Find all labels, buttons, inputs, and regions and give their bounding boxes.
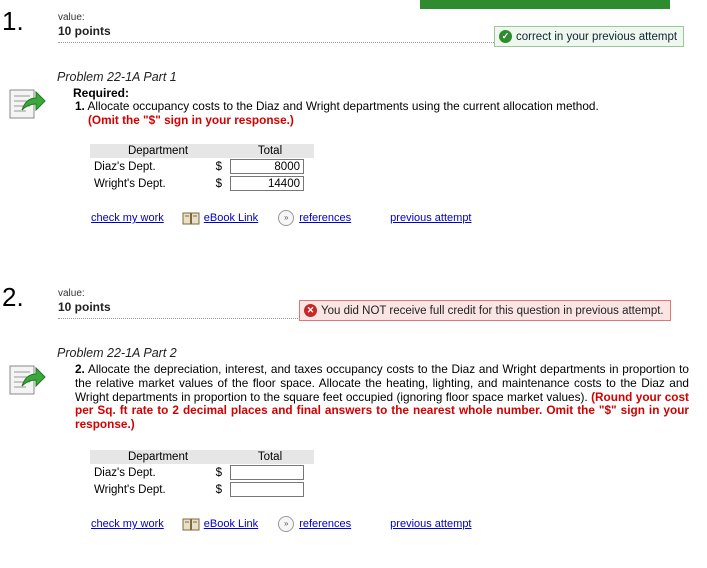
- instruction-text: Allocate occupancy costs to the Diaz and…: [87, 99, 599, 113]
- status-text: correct in your previous attempt: [516, 30, 678, 43]
- diaz-total-input[interactable]: [230, 465, 304, 480]
- check-my-work-link[interactable]: check my work: [91, 212, 164, 224]
- previous-attempt-link[interactable]: previous attempt: [390, 518, 471, 530]
- question-links: check my work eBook Link » references pr…: [91, 516, 472, 532]
- wright-total-input[interactable]: [230, 482, 304, 497]
- column-header-total: Total: [226, 144, 314, 158]
- value-label: value:: [58, 12, 85, 23]
- time-remaining-bar: [420, 0, 670, 9]
- question-instructions: 2. Allocate the depreciation, interest, …: [75, 362, 689, 432]
- ebook-icon: [182, 212, 200, 224]
- required-label: Required:: [73, 86, 130, 100]
- previous-attempt-link[interactable]: previous attempt: [390, 212, 471, 224]
- item-number: 2.: [75, 362, 85, 376]
- currency-symbol: $: [215, 160, 222, 173]
- column-header-department: Department: [90, 144, 226, 158]
- references-icon: »: [278, 210, 295, 226]
- table-row: Diaz's Dept. $: [90, 464, 314, 481]
- status-badge-incorrect: ✕ You did NOT receive full credit for th…: [299, 300, 671, 321]
- divider: [58, 42, 494, 43]
- references-icon: »: [278, 516, 295, 532]
- department-name: Diaz's Dept.: [94, 160, 156, 173]
- ebook-link[interactable]: eBook Link: [204, 518, 258, 530]
- worksheet-arrow-icon: [9, 365, 46, 395]
- item-number: 1.: [75, 99, 85, 113]
- question-links: check my work eBook Link » references pr…: [91, 210, 472, 226]
- department-name: Diaz's Dept.: [94, 466, 156, 479]
- allocation-table: Department Total Diaz's Dept. $ Wright's…: [90, 450, 314, 498]
- ebook-icon: [182, 518, 200, 530]
- worksheet-arrow-icon: [9, 89, 46, 119]
- points-value: 10 points: [58, 300, 111, 314]
- column-header-total: Total: [226, 450, 314, 464]
- currency-symbol: $: [215, 483, 222, 496]
- currency-symbol: $: [215, 177, 222, 190]
- divider: [58, 318, 298, 319]
- points-value: 10 points: [58, 24, 111, 38]
- question-number: 2.: [2, 282, 24, 312]
- currency-symbol: $: [215, 466, 222, 479]
- status-text: You did NOT receive full credit for this…: [321, 304, 664, 317]
- check-circle-icon: ✓: [499, 30, 512, 43]
- department-name: Wright's Dept.: [94, 483, 166, 496]
- check-my-work-link[interactable]: check my work: [91, 518, 164, 530]
- references-link[interactable]: references: [299, 518, 351, 530]
- department-name: Wright's Dept.: [94, 177, 166, 190]
- instruction-note: (Omit the "$" sign in your response.): [88, 112, 294, 127]
- diaz-total-input[interactable]: 8000: [230, 159, 304, 174]
- problem-title: Problem 22-1A Part 2: [57, 346, 177, 360]
- question-instructions: 1. Allocate occupancy costs to the Diaz …: [75, 99, 689, 128]
- status-badge-correct: ✓ correct in your previous attempt: [494, 26, 685, 47]
- x-circle-icon: ✕: [304, 304, 317, 317]
- table-row: Wright's Dept. $ 14400: [90, 175, 314, 192]
- problem-title: Problem 22-1A Part 1: [57, 70, 177, 84]
- question-number: 1.: [2, 6, 24, 36]
- value-label: value:: [58, 288, 85, 299]
- column-header-department: Department: [90, 450, 226, 464]
- wright-total-input[interactable]: 14400: [230, 176, 304, 191]
- table-row: Wright's Dept. $: [90, 481, 314, 498]
- table-row: Diaz's Dept. $ 8000: [90, 158, 314, 175]
- references-link[interactable]: references: [299, 212, 351, 224]
- allocation-table: Department Total Diaz's Dept. $ 8000 Wri…: [90, 144, 314, 192]
- ebook-link[interactable]: eBook Link: [204, 212, 258, 224]
